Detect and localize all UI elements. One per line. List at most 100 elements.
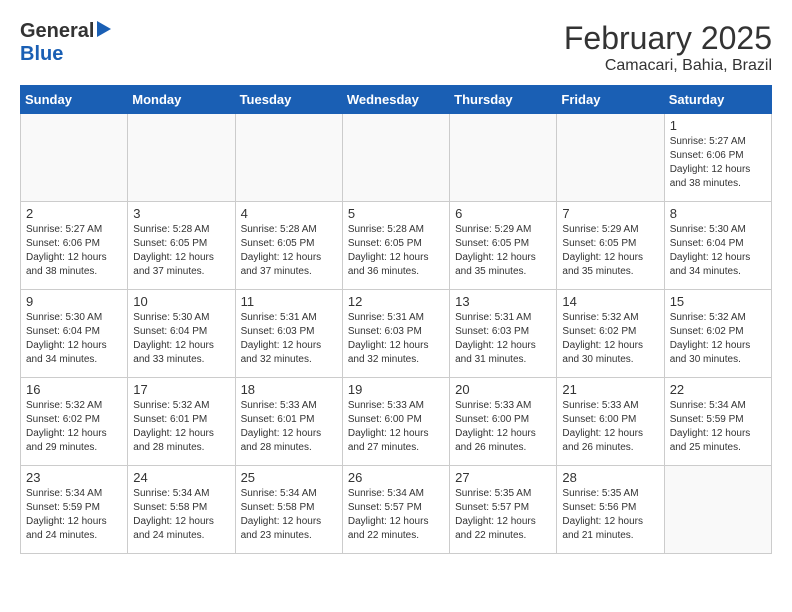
day-info: Sunrise: 5:31 AMSunset: 6:03 PMDaylight:… [348, 311, 444, 367]
day-number: 19 [348, 382, 444, 397]
day-info: Sunrise: 5:32 AMSunset: 6:01 PMDaylight:… [133, 399, 229, 455]
calendar-cell: 3 Sunrise: 5:28 AMSunset: 6:05 PMDaylight… [128, 202, 235, 290]
day-info: Sunrise: 5:28 AMSunset: 6:05 PMDaylight:… [133, 223, 229, 279]
day-number: 21 [562, 382, 658, 397]
calendar-header: Sunday Monday Tuesday Wednesday Thursday… [21, 86, 772, 114]
calendar-cell [557, 114, 664, 202]
day-info: Sunrise: 5:29 AMSunset: 6:05 PMDaylight:… [562, 223, 658, 279]
calendar-cell: 22 Sunrise: 5:34 AMSunset: 5:59 PMDayligh… [664, 378, 771, 466]
calendar-cell: 9Sunrise: 5:30 AMSunset: 6:04 PMDaylight… [21, 290, 128, 378]
calendar-cell: 8Sunrise: 5:30 AMSunset: 6:04 PMDaylight… [664, 202, 771, 290]
day-number: 2 [26, 206, 122, 221]
calendar-cell: 12 Sunrise: 5:31 AMSunset: 6:03 PMDayligh… [342, 290, 449, 378]
title-block: February 2025 Camacari, Bahia, Brazil [564, 20, 772, 75]
calendar-cell: 15 Sunrise: 5:32 AMSunset: 6:02 PMDayligh… [664, 290, 771, 378]
calendar-cell [21, 114, 128, 202]
calendar-cell: 27 Sunrise: 5:35 AMSunset: 5:57 PMDayligh… [450, 466, 557, 554]
day-info: Sunrise: 5:31 AMSunset: 6:03 PMDaylight:… [455, 311, 551, 367]
day-info: Sunrise: 5:28 AMSunset: 6:05 PMDaylight:… [241, 223, 337, 279]
day-number: 5 [348, 206, 444, 221]
calendar-cell: 11 Sunrise: 5:31 AMSunset: 6:03 PMDayligh… [235, 290, 342, 378]
calendar-cell: 25 Sunrise: 5:34 AMSunset: 5:58 PMDayligh… [235, 466, 342, 554]
day-number: 25 [241, 470, 337, 485]
col-monday: Monday [128, 86, 235, 114]
day-number: 12 [348, 294, 444, 309]
calendar-subtitle: Camacari, Bahia, Brazil [564, 57, 772, 75]
col-wednesday: Wednesday [342, 86, 449, 114]
calendar-cell: 17 Sunrise: 5:32 AMSunset: 6:01 PMDayligh… [128, 378, 235, 466]
calendar-cell: 16 Sunrise: 5:32 AMSunset: 6:02 PMDayligh… [21, 378, 128, 466]
day-info: Sunrise: 5:33 AMSunset: 6:00 PMDaylight:… [455, 399, 551, 455]
day-info: Sunrise: 5:30 AMSunset: 6:04 PMDaylight:… [133, 311, 229, 367]
logo-arrow-icon [97, 21, 111, 37]
logo-blue-text: Blue [20, 43, 63, 65]
calendar-cell: 24 Sunrise: 5:34 AMSunset: 5:58 PMDayligh… [128, 466, 235, 554]
day-info: Sunrise: 5:35 AMSunset: 5:57 PMDaylight:… [455, 487, 551, 543]
day-info: Sunrise: 5:32 AMSunset: 6:02 PMDaylight:… [670, 311, 766, 367]
day-info: Sunrise: 5:32 AMSunset: 6:02 PMDaylight:… [26, 399, 122, 455]
day-number: 16 [26, 382, 122, 397]
calendar-week-4: 16 Sunrise: 5:32 AMSunset: 6:02 PMDayligh… [21, 378, 772, 466]
col-tuesday: Tuesday [235, 86, 342, 114]
day-number: 22 [670, 382, 766, 397]
day-info: Sunrise: 5:34 AMSunset: 5:57 PMDaylight:… [348, 487, 444, 543]
day-info: Sunrise: 5:28 AMSunset: 6:05 PMDaylight:… [348, 223, 444, 279]
day-info: Sunrise: 5:30 AMSunset: 6:04 PMDaylight:… [26, 311, 122, 367]
calendar-week-3: 9Sunrise: 5:30 AMSunset: 6:04 PMDaylight… [21, 290, 772, 378]
day-info: Sunrise: 5:31 AMSunset: 6:03 PMDaylight:… [241, 311, 337, 367]
col-saturday: Saturday [664, 86, 771, 114]
day-info: Sunrise: 5:34 AMSunset: 5:58 PMDaylight:… [133, 487, 229, 543]
day-number: 28 [562, 470, 658, 485]
day-number: 15 [670, 294, 766, 309]
calendar-cell [235, 114, 342, 202]
calendar-cell: 14Sunrise: 5:32 AMSunset: 6:02 PMDayligh… [557, 290, 664, 378]
day-number: 3 [133, 206, 229, 221]
calendar-week-5: 23Sunrise: 5:34 AMSunset: 5:59 PMDayligh… [21, 466, 772, 554]
logo: General Blue [20, 20, 111, 66]
calendar-cell: 21 Sunrise: 5:33 AMSunset: 6:00 PMDayligh… [557, 378, 664, 466]
calendar-cell [128, 114, 235, 202]
col-thursday: Thursday [450, 86, 557, 114]
day-info: Sunrise: 5:33 AMSunset: 6:00 PMDaylight:… [348, 399, 444, 455]
header-row: Sunday Monday Tuesday Wednesday Thursday… [21, 86, 772, 114]
calendar-cell: 19 Sunrise: 5:33 AMSunset: 6:00 PMDayligh… [342, 378, 449, 466]
day-info: Sunrise: 5:34 AMSunset: 5:59 PMDaylight:… [670, 399, 766, 455]
day-info: Sunrise: 5:34 AMSunset: 5:58 PMDaylight:… [241, 487, 337, 543]
day-number: 27 [455, 470, 551, 485]
day-info: Sunrise: 5:27 AMSunset: 6:06 PMDaylight:… [670, 135, 766, 191]
day-number: 24 [133, 470, 229, 485]
col-friday: Friday [557, 86, 664, 114]
calendar-title: February 2025 [564, 20, 772, 57]
day-number: 1 [670, 118, 766, 133]
calendar-cell [664, 466, 771, 554]
day-number: 11 [241, 294, 337, 309]
day-info: Sunrise: 5:34 AMSunset: 5:59 PMDaylight:… [26, 487, 122, 543]
day-number: 18 [241, 382, 337, 397]
calendar-cell: 13Sunrise: 5:31 AMSunset: 6:03 PMDayligh… [450, 290, 557, 378]
day-number: 17 [133, 382, 229, 397]
calendar-cell: 28 Sunrise: 5:35 AMSunset: 5:56 PMDayligh… [557, 466, 664, 554]
calendar-cell: 6 Sunrise: 5:29 AMSunset: 6:05 PMDaylight… [450, 202, 557, 290]
calendar-week-1: 1 Sunrise: 5:27 AMSunset: 6:06 PMDaylight… [21, 114, 772, 202]
day-info: Sunrise: 5:29 AMSunset: 6:05 PMDaylight:… [455, 223, 551, 279]
page-header: General Blue February 2025 Camacari, Bah… [20, 20, 772, 75]
calendar-cell: 23Sunrise: 5:34 AMSunset: 5:59 PMDayligh… [21, 466, 128, 554]
col-sunday: Sunday [21, 86, 128, 114]
calendar-cell: 10 Sunrise: 5:30 AMSunset: 6:04 PMDayligh… [128, 290, 235, 378]
day-number: 8 [670, 206, 766, 221]
day-number: 6 [455, 206, 551, 221]
logo-general-text: General [20, 20, 94, 42]
calendar-cell: 4Sunrise: 5:28 AMSunset: 6:05 PMDaylight… [235, 202, 342, 290]
calendar-cell [342, 114, 449, 202]
day-number: 7 [562, 206, 658, 221]
calendar-table: Sunday Monday Tuesday Wednesday Thursday… [20, 85, 772, 554]
calendar-cell [450, 114, 557, 202]
calendar-cell: 26 Sunrise: 5:34 AMSunset: 5:57 PMDayligh… [342, 466, 449, 554]
day-number: 26 [348, 470, 444, 485]
day-info: Sunrise: 5:35 AMSunset: 5:56 PMDaylight:… [562, 487, 658, 543]
day-number: 10 [133, 294, 229, 309]
day-info: Sunrise: 5:27 AMSunset: 6:06 PMDaylight:… [26, 223, 122, 279]
calendar-cell: 1 Sunrise: 5:27 AMSunset: 6:06 PMDaylight… [664, 114, 771, 202]
day-info: Sunrise: 5:33 AMSunset: 6:00 PMDaylight:… [562, 399, 658, 455]
calendar-cell: 2 Sunrise: 5:27 AMSunset: 6:06 PMDaylight… [21, 202, 128, 290]
